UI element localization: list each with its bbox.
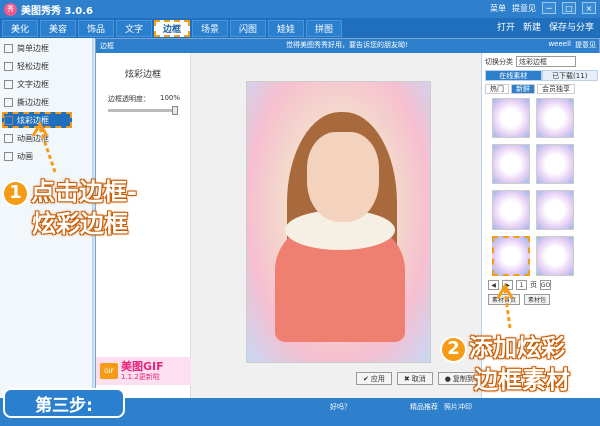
arrow-overlay [31, 121, 514, 329]
